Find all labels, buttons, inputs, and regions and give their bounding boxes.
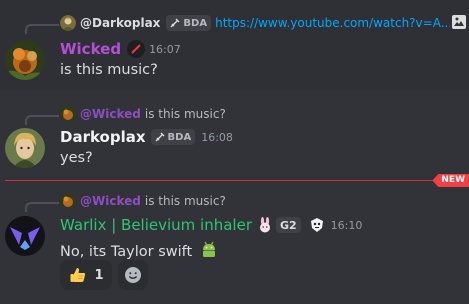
author-name[interactable]: Warlix | Believium inhaler (60, 216, 252, 234)
reply-spine (25, 115, 59, 125)
author-name[interactable]: Wicked (60, 40, 121, 58)
message-header: Wicked 16:07 (60, 40, 181, 58)
reply-spine (25, 202, 59, 212)
reply-preview[interactable]: @Darkoplax BDA https://www.youtube.com/w… (60, 15, 450, 31)
reply-preview[interactable]: @Wicked is this music? (60, 106, 440, 122)
g2-tag-label: G2 (279, 218, 297, 232)
timestamp: 16:07 (149, 42, 181, 56)
warlix-avatar[interactable] (5, 216, 45, 256)
reply-preview[interactable]: @Wicked is this music? (60, 193, 440, 209)
add-reaction-button[interactable] (118, 260, 148, 290)
wicked-avatar[interactable] (5, 40, 45, 80)
slash-badge-icon (127, 40, 146, 58)
reply-text[interactable]: is this music? (145, 194, 226, 208)
new-messages-divider (5, 180, 469, 181)
bda-tag: BDA (150, 129, 196, 145)
message-header: Darkoplax BDA 16:08 (60, 128, 233, 146)
reply-spine (25, 24, 59, 34)
darkoplax-mini-avatar (60, 15, 76, 31)
timestamp: 16:08 (201, 130, 233, 144)
new-messages-badge: NEW (432, 174, 469, 187)
g2-logo-icon (309, 217, 325, 233)
message-content: is this music? (60, 62, 158, 78)
message-1[interactable]: @Darkoplax BDA https://www.youtube.com/w… (0, 0, 469, 90)
bunny-icon (257, 217, 273, 233)
wicked-mini-avatar (60, 106, 76, 122)
message-content: yes? (60, 150, 93, 166)
message-content: No, its Taylor swift (60, 239, 219, 260)
sword-icon (170, 18, 180, 28)
reply-author[interactable]: @Wicked (80, 194, 141, 208)
message-3[interactable]: @Wicked is this music? Warlix | Believiu… (0, 188, 469, 304)
reply-author[interactable]: @Wicked (80, 107, 141, 121)
wicked-mini-avatar (60, 193, 76, 209)
sword-icon (155, 132, 165, 142)
darkoplax-avatar[interactable] (5, 128, 45, 168)
reply-text[interactable]: is this music? (145, 107, 226, 121)
message-2[interactable]: @Wicked is this music? Darkoplax BDA 16:… (0, 96, 469, 174)
reaction-count: 1 (94, 267, 104, 283)
image-icon[interactable] (451, 14, 467, 30)
reply-author[interactable]: @Darkoplax (80, 16, 160, 30)
author-name[interactable]: Darkoplax (60, 128, 146, 146)
add-emoji-icon (125, 267, 141, 283)
reply-link[interactable]: https://www.youtube.com/watch?v=A... (215, 16, 450, 30)
message-header: Warlix | Believium inhaler G2 16:10 (60, 216, 362, 234)
g2-tag: G2 (275, 217, 301, 233)
thumbs-up-icon (70, 268, 86, 282)
bda-tag: BDA (166, 15, 212, 31)
timestamp: 16:10 (330, 218, 363, 232)
reaction-thumbs-up[interactable]: 1 (60, 260, 112, 290)
android-emoji-icon (199, 239, 219, 259)
